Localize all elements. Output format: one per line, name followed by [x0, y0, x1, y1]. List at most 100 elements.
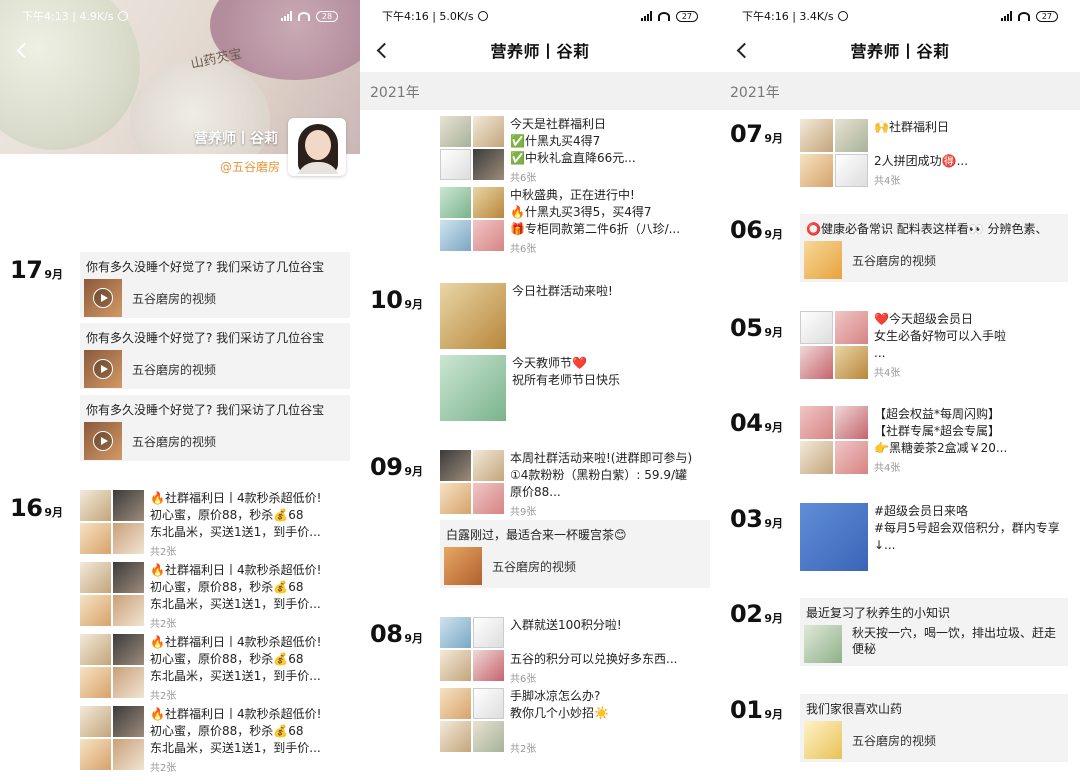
post-line: 🔥社群福利日丨4款秒杀超低价!: [150, 707, 322, 721]
moment-post[interactable]: 🔥社群福利日丨4款秒杀超低价! 初心蜜，原价88，秒杀💰68 东北晶米，买送1送1，…: [80, 634, 350, 702]
post-line: 东北晶米，买送1送1，到手价...: [150, 525, 321, 539]
image-grid[interactable]: [800, 311, 868, 379]
alarm-icon: [477, 11, 488, 21]
post-line: 东北晶米，买送1送1，到手价...: [150, 669, 321, 683]
shared-video-card[interactable]: 白露刚过，最适合来一杯暖宫茶😊 五谷磨房的视频: [440, 520, 710, 588]
video-label: 五谷磨房的视频: [492, 559, 577, 574]
shared-title: ⭕健康必备常识 配料表这样看👀 分辨色素、: [806, 222, 1048, 236]
image-count: 共4张: [874, 176, 901, 187]
post-line: [874, 136, 1070, 153]
post-line: 今天教师节❤️: [512, 356, 587, 370]
image-grid[interactable]: [80, 562, 144, 626]
shared-video-card[interactable]: 你有多久没睡个好觉了? 我们采访了几位谷宝 五谷磨房的视频: [80, 323, 350, 389]
video-label: 五谷磨房的视频: [852, 253, 937, 268]
back-button[interactable]: [370, 32, 398, 68]
moment-post[interactable]: 手脚冰凉怎么办? 教你几个小妙招☀️ 共2张: [440, 688, 710, 755]
moment-post[interactable]: 🙌社群福利日 2人拼团成功🉐... 共4张: [800, 119, 1070, 187]
date-label: 04 9月: [730, 409, 784, 437]
video-thumbnail: [804, 721, 842, 759]
shared-title: 你有多久没睡个好觉了? 我们采访了几位谷宝: [86, 260, 325, 274]
back-button[interactable]: [730, 32, 758, 68]
post-image[interactable]: [800, 503, 868, 571]
date-label: 01 9月: [730, 696, 784, 724]
post-line: 今天是社群福利日: [510, 117, 607, 131]
moment-post[interactable]: 今天是社群福利日 ✅什黑丸买4得7 ✅中秋礼盒直降66元... 共6张: [440, 116, 710, 184]
play-icon: [93, 288, 113, 308]
nav-bar: 营养师丨谷莉: [360, 32, 720, 68]
image-grid[interactable]: [440, 187, 504, 251]
date-label: 07 9月: [730, 120, 784, 148]
back-button[interactable]: [10, 32, 38, 68]
profile-source[interactable]: @五谷磨房: [220, 158, 280, 175]
image-grid[interactable]: [440, 617, 504, 681]
article-summary: 秋天按一穴，喝一饮，排出垃圾、赶走: [852, 626, 1057, 640]
chevron-left-icon: [736, 42, 752, 58]
post-line: 初心蜜，原价88，秒杀💰68: [150, 724, 304, 738]
image-grid[interactable]: [800, 119, 868, 187]
post-line: ↓...: [874, 538, 896, 552]
video-label: 五谷磨房的视频: [852, 733, 937, 748]
shared-video-card[interactable]: 你有多久没睡个好觉了? 我们采访了几位谷宝 五谷磨房的视频: [80, 395, 350, 461]
image-count: 共2张: [150, 619, 177, 630]
status-time: 下午4:16 | 3.4K/s: [742, 10, 834, 23]
image-grid[interactable]: [80, 706, 144, 770]
status-time: 下午4:13 | 4.9K/s: [22, 10, 114, 23]
date-label: 09 9月: [370, 453, 424, 481]
shared-video-card[interactable]: 你有多久没睡个好觉了? 我们采访了几位谷宝 五谷磨房的视频: [80, 252, 350, 318]
image-grid[interactable]: [440, 116, 504, 180]
avatar[interactable]: [288, 118, 346, 176]
profile-name: 营养师丨谷莉: [194, 131, 278, 147]
play-icon: [93, 431, 113, 451]
moment-post[interactable]: ❤️今天超级会员日 女生必备好物可以入手啦... 共4张: [800, 311, 1070, 379]
video-thumbnail: [444, 547, 482, 585]
post-line: 东北晶米，买送1送1，到手价...: [150, 597, 321, 611]
image-count: 共9张: [510, 507, 537, 518]
shared-video-card[interactable]: ⭕健康必备常识 配料表这样看👀 分辨色素、 五谷磨房的视频: [800, 214, 1068, 282]
date-label: 03 9月: [730, 505, 784, 533]
article-thumbnail: [804, 625, 842, 663]
year-header: 2021年: [720, 72, 1080, 110]
post-line: 初心蜜，原价88，秒杀💰68: [150, 508, 304, 522]
moment-post[interactable]: 今天教师节❤️ 祝所有老师节日快乐: [440, 355, 710, 421]
shared-video-card[interactable]: 我们家很喜欢山药 五谷磨房的视频: [800, 694, 1068, 762]
moment-post[interactable]: 🔥社群福利日丨4款秒杀超低价! 初心蜜，原价88，秒杀💰68 东北晶米，买送1送1，…: [80, 706, 350, 774]
battery-icon: 27: [1036, 10, 1058, 22]
signal-icon: [641, 11, 652, 21]
video-thumbnail: [84, 279, 122, 317]
video-thumbnail: [84, 350, 122, 388]
page-title: 营养师丨谷莉: [850, 42, 950, 61]
battery-icon: 27: [676, 10, 698, 22]
moment-post[interactable]: 【超会权益*每周闪购】 【社群专属*超会专属】 👉黑糖姜茶2盒减￥20... 共4张: [800, 406, 1070, 474]
moment-post[interactable]: 入群就送100积分啦! 五谷的积分可以兑换好多东西... 共6张: [440, 617, 710, 685]
post-line: 初心蜜，原价88，秒杀💰68: [150, 652, 304, 666]
post-image[interactable]: [440, 283, 506, 349]
shared-article-card[interactable]: 最近复习了秋养生的小知识 秋天按一穴，喝一饮，排出垃圾、赶走 便秘: [800, 598, 1068, 666]
moment-post[interactable]: 中秋盛典，正在进行中! 🔥什黑丸买3得5，买4得7 🎁专柜同款第二件6折（八珍/..…: [440, 187, 710, 255]
post-line: #超级会员日来咯: [874, 504, 969, 518]
article-summary: 便秘: [852, 642, 877, 656]
post-line: 手脚冰凉怎么办?: [510, 689, 601, 703]
post-line: 教你几个小妙招☀️: [510, 706, 609, 720]
moment-post[interactable]: 🔥社群福利日丨4款秒杀超低价! 初心蜜，原价88，秒杀💰68 东北晶米，买送1送1，…: [80, 562, 350, 630]
moment-post[interactable]: 🔥社群福利日丨4款秒杀超低价! 初心蜜，原价88，秒杀💰68 东北晶米，买送1送1，…: [80, 490, 350, 558]
moment-post[interactable]: 本周社群活动来啦!(进群即可参与) ①4款粉粉（黑粉白紫）: 59.9/罐 原价88…: [440, 450, 710, 518]
post-line: 🔥社群福利日丨4款秒杀超低价!: [150, 563, 322, 577]
post-line: 🙌社群福利日: [874, 120, 949, 134]
post-line: 原价88...: [510, 485, 561, 499]
image-grid[interactable]: [80, 634, 144, 698]
moment-post[interactable]: #超级会员日来咯 #每月5号超会双倍积分，群内专享 ↓...: [800, 503, 1070, 571]
image-grid[interactable]: [440, 688, 504, 752]
post-line: 女生必备好物可以入手啦: [874, 329, 1007, 343]
date-label: 08 9月: [370, 620, 424, 648]
shared-title: 我们家很喜欢山药: [806, 702, 903, 716]
image-grid[interactable]: [800, 406, 868, 474]
image-grid[interactable]: [80, 490, 144, 554]
post-image[interactable]: [440, 355, 506, 421]
post-line: [510, 634, 710, 651]
post-line: ✅中秋礼盒直降66元...: [510, 151, 636, 165]
post-line: 初心蜜，原价88，秒杀💰68: [150, 580, 304, 594]
image-count: 共2张: [150, 763, 177, 774]
post-line: 🎁专柜同款第二件6折（八珍/...: [510, 222, 681, 236]
moment-post[interactable]: 今日社群活动来啦!: [440, 283, 710, 349]
image-grid[interactable]: [440, 450, 504, 514]
